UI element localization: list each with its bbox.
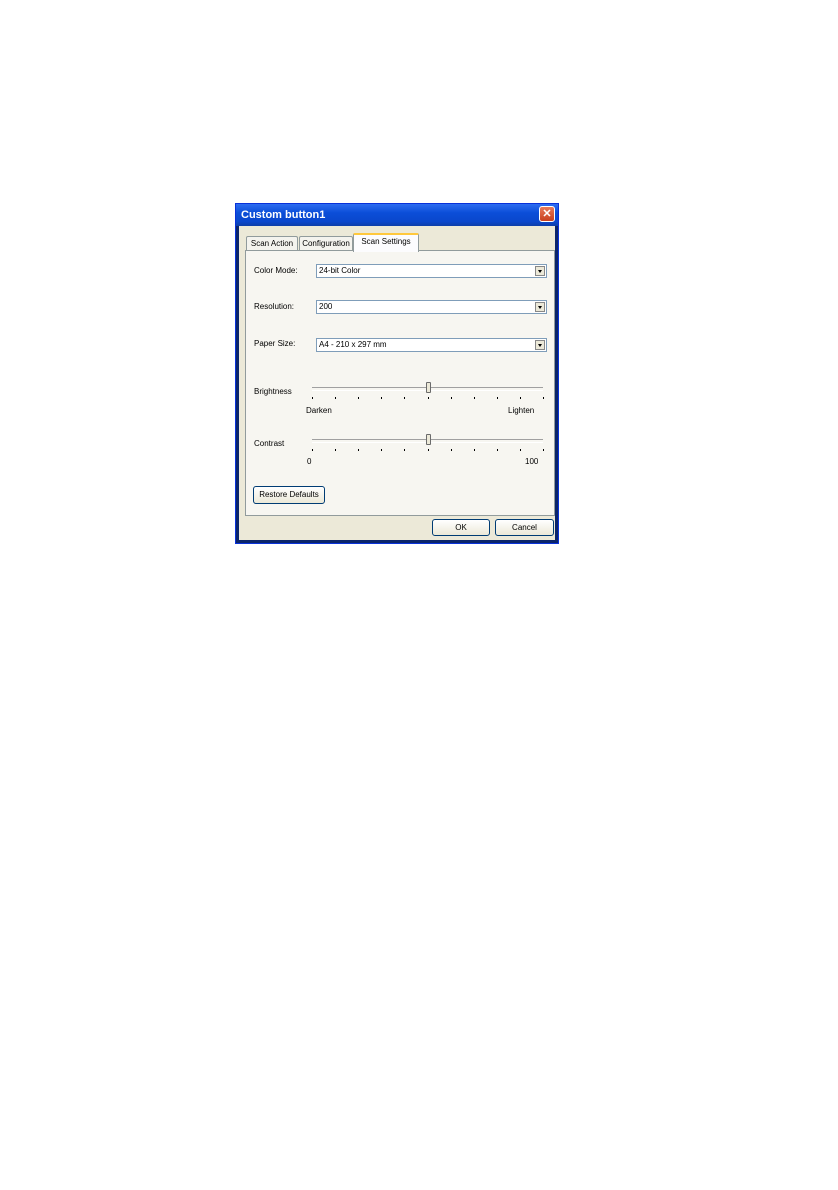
slider-tick (543, 397, 544, 399)
dialog-body: Scan Action Configuration Scan Settings … (239, 226, 555, 540)
brightness-max-label: Lighten (508, 406, 535, 415)
brightness-min-label: Darken (306, 406, 332, 415)
chevron-down-icon[interactable] (535, 266, 545, 276)
cancel-button[interactable]: Cancel (495, 519, 554, 536)
slider-tick (427, 397, 429, 399)
restore-defaults-button[interactable]: Restore Defaults (253, 486, 325, 504)
paper-size-label: Paper Size: (254, 339, 296, 348)
color-mode-label: Color Mode: (254, 266, 298, 275)
slider-tick (496, 449, 498, 451)
color-mode-value: 24-bit Color (319, 266, 361, 275)
slider-tick (335, 449, 337, 451)
ok-button[interactable]: OK (432, 519, 490, 536)
slider-tick (519, 397, 521, 399)
slider-tick (335, 397, 337, 399)
slider-tick (312, 397, 313, 399)
chevron-down-icon[interactable] (535, 340, 545, 350)
slider-tick (473, 397, 475, 399)
title-bar: Custom button1 ✕ (236, 204, 558, 226)
brightness-slider-thumb[interactable] (425, 382, 431, 393)
slider-tick (312, 449, 313, 451)
paper-size-select[interactable]: A4 - 210 x 297 mm (316, 338, 547, 352)
slider-tick (427, 449, 429, 451)
brightness-label: Brightness (254, 387, 292, 396)
dialog-title: Custom button1 (241, 209, 326, 221)
paper-size-value: A4 - 210 x 297 mm (319, 340, 387, 349)
contrast-slider-thumb[interactable] (425, 434, 431, 445)
contrast-max-label: 100 (525, 457, 539, 466)
resolution-value: 200 (319, 302, 333, 311)
tab-configuration[interactable]: Configuration (299, 236, 353, 251)
contrast-label: Contrast (254, 439, 285, 448)
slider-tick (496, 397, 498, 399)
slider-tick (381, 397, 383, 399)
slider-tick (358, 449, 360, 451)
slider-tick (450, 449, 452, 451)
close-icon: ✕ (542, 208, 552, 220)
close-button[interactable]: ✕ (539, 206, 555, 222)
slider-tick (358, 397, 360, 399)
tab-scan-action[interactable]: Scan Action (246, 236, 298, 251)
slider-tick (404, 397, 406, 399)
slider-tick (543, 449, 544, 451)
contrast-min-label: 0 (307, 457, 312, 466)
slider-tick (381, 449, 383, 451)
custom-button-dialog: Custom button1 ✕ Scan Action Configurati… (235, 203, 559, 544)
color-mode-select[interactable]: 24-bit Color (316, 264, 547, 278)
tab-scan-settings[interactable]: Scan Settings (353, 233, 419, 252)
resolution-label: Resolution: (254, 302, 295, 311)
slider-tick (519, 449, 521, 451)
scan-settings-panel: Color Mode: 24-bit Color Resolution: 200… (245, 250, 555, 516)
slider-tick (450, 397, 452, 399)
resolution-select[interactable]: 200 (316, 300, 547, 314)
slider-tick (404, 449, 406, 451)
chevron-down-icon[interactable] (535, 302, 545, 312)
slider-tick (473, 449, 475, 451)
